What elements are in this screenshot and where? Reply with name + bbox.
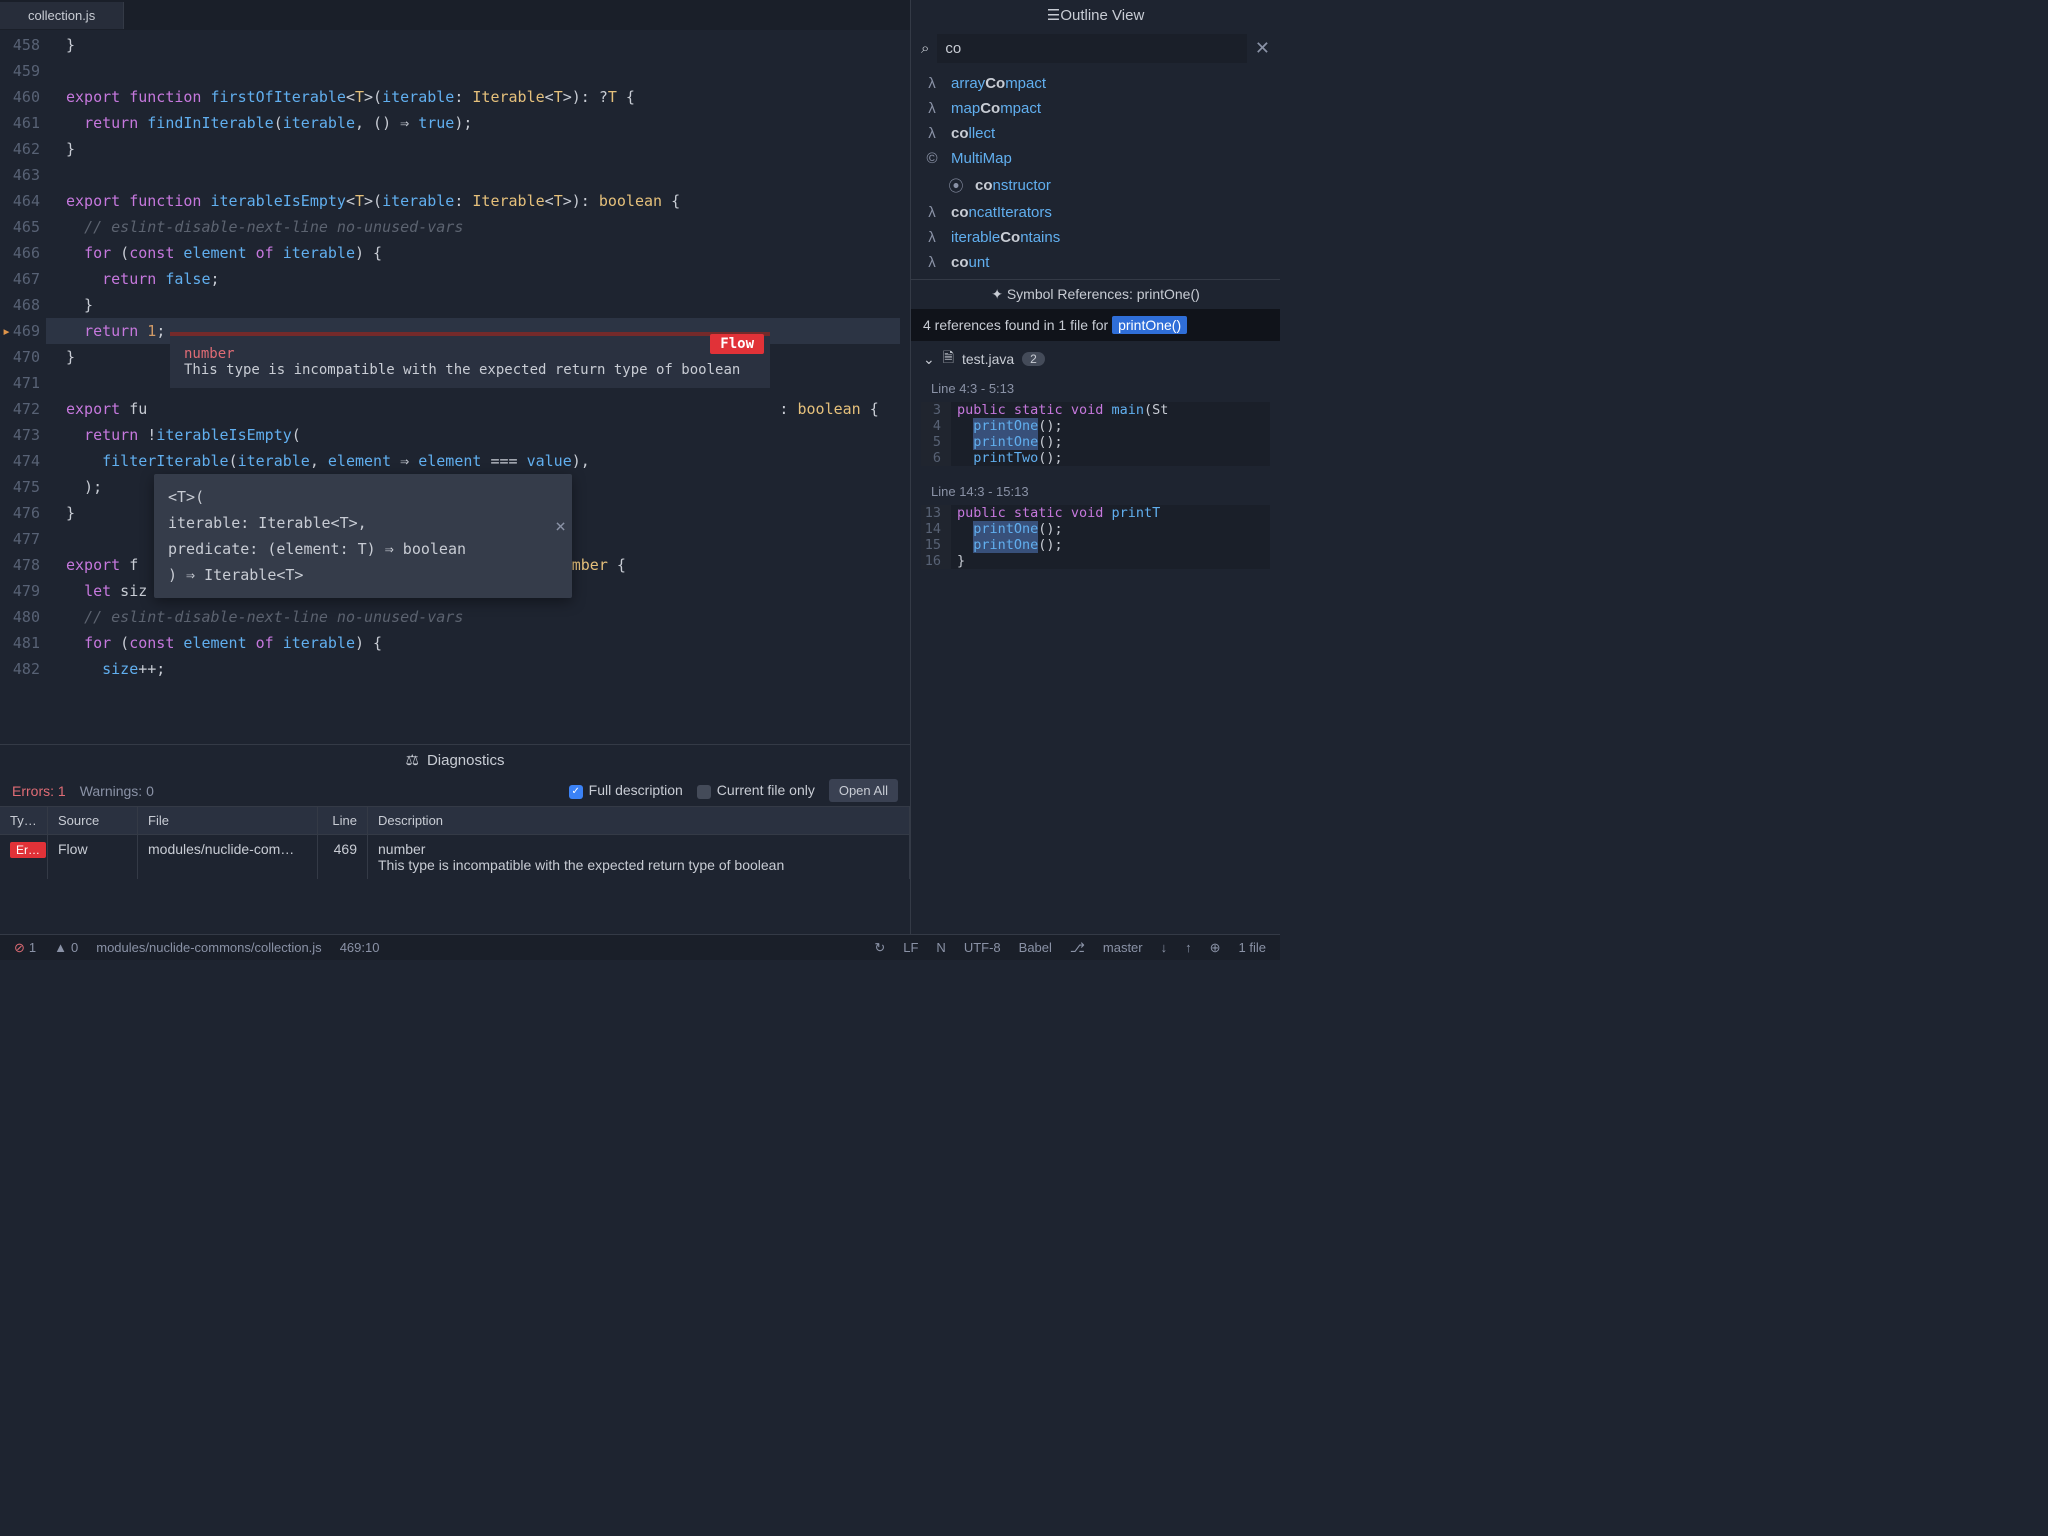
sig-line: iterable: Iterable<T>, [168,510,558,536]
reference-location[interactable]: Line 14:3 - 15:13 [911,480,1280,503]
reference-code-line[interactable]: 13public static void printT [921,505,1270,521]
flow-error-popup: Flow number This type is incompatible wi… [170,332,770,388]
current-file-toggle[interactable]: Current file only [697,782,815,798]
symbol-icon: λ [923,229,941,246]
status-errors[interactable]: 1 [14,940,36,956]
references-summary: 4 references found in 1 file for printOn… [911,309,1280,341]
outline-list: λarrayCompactλmapCompactλcollect©MultiMa… [911,67,1280,279]
reference-code-line[interactable]: 6 printTwo(); [921,450,1270,466]
status-language[interactable]: Babel [1019,940,1052,955]
outline-search-input[interactable] [937,34,1247,63]
warning-count[interactable]: Warnings: 0 [80,783,154,799]
sig-line: ) ⇒ Iterable<T> [168,562,558,588]
diagnostics-header: Ty… Source File Line Description [0,806,910,835]
branch-icon: ⎇ [1070,940,1085,956]
reference-code-line[interactable]: 16} [921,553,1270,569]
status-files[interactable]: 1 file [1239,940,1266,955]
symbol-icon: λ [923,100,941,117]
reference-location[interactable]: Line 4:3 - 5:13 [911,377,1280,400]
tab-collection[interactable]: collection.js [0,2,124,29]
outline-item[interactable]: λcollect [911,121,1280,146]
symbol-icon: λ [923,75,941,92]
diag-file: modules/nuclide-com… [138,835,318,879]
th-desc[interactable]: Description [368,807,910,834]
error-title: number [184,346,756,362]
file-icon: 🗎 [943,347,954,371]
reference-file[interactable]: ⌄ 🗎 test.java 2 [911,341,1280,377]
th-file[interactable]: File [138,807,318,834]
open-all-button[interactable]: Open All [829,779,898,802]
status-n[interactable]: N [936,940,945,955]
outline-title: Outline View [911,0,1280,30]
diagnostics-panel: Diagnostics Errors: 1 Warnings: 0 ✓Full … [0,744,910,934]
symbol-icon: © [923,150,941,167]
reference-code-line[interactable]: 14 printOne(); [921,521,1270,537]
error-count[interactable]: Errors: 1 [12,783,66,799]
outline-item[interactable]: λcount [911,250,1280,275]
refresh-icon[interactable]: ↻ [874,940,885,956]
symbol-icon: λ [923,125,941,142]
error-badge: Er… [10,842,46,858]
error-message: This type is incompatible with the expec… [184,362,756,378]
flow-badge: Flow [710,334,764,354]
symbol-icon: ⦿ [947,175,965,196]
diagnostic-row[interactable]: Er… Flow modules/nuclide-com… 469 number… [0,835,910,879]
arrow-up-icon[interactable]: ↑ [1185,940,1192,955]
arrow-down-icon[interactable]: ↓ [1161,940,1168,955]
sig-line: <T>( [168,484,558,510]
reference-code-line[interactable]: 4 printOne(); [921,418,1270,434]
reference-code-line[interactable]: 15 printOne(); [921,537,1270,553]
status-position[interactable]: 469:10 [340,940,380,955]
sig-line: predicate: (element: T) ⇒ boolean [168,536,558,562]
th-line[interactable]: Line [318,807,368,834]
outline-search: ⌕ ✕ [911,30,1280,67]
status-lf[interactable]: LF [903,940,918,955]
outline-item[interactable]: λarrayCompact [911,71,1280,96]
reference-code-line[interactable]: 3public static void main(St [921,402,1270,418]
references-title: Symbol References: printOne() [911,280,1280,309]
gutter: 4584594604614624634644654664674684694704… [0,30,48,682]
outline-item[interactable]: λmapCompact [911,96,1280,121]
file-add-icon[interactable]: ⊕ [1210,940,1221,956]
status-encoding[interactable]: UTF-8 [964,940,1001,955]
chevron-down-icon: ⌄ [923,351,935,368]
th-source[interactable]: Source [48,807,138,834]
status-branch[interactable]: master [1103,940,1143,955]
search-icon: ⌕ [921,40,929,57]
diag-line: 469 [318,835,368,879]
outline-item[interactable]: λconcatIterators [911,200,1280,225]
diag-source: Flow [48,835,138,879]
close-icon[interactable]: × [555,514,566,540]
references-panel: Symbol References: printOne() 4 referenc… [911,279,1280,934]
status-bar: 1 0 modules/nuclide-commons/collection.j… [0,934,1280,960]
status-warnings[interactable]: 0 [54,940,78,955]
outline-item[interactable]: λiterableContains [911,225,1280,250]
editor-tabs: collection.js [0,0,910,30]
th-type[interactable]: Ty… [0,807,48,834]
reference-count: 2 [1022,352,1045,366]
diag-desc: number This type is incompatible with th… [368,835,910,879]
reference-code-line[interactable]: 5 printOne(); [921,434,1270,450]
symbol-icon: λ [923,254,941,271]
status-path[interactable]: modules/nuclide-commons/collection.js [96,940,321,955]
diagnostics-title: Diagnostics [0,745,910,775]
symbol-icon: λ [923,204,941,221]
full-description-toggle[interactable]: ✓Full description [569,782,683,798]
outline-item[interactable]: ⦿constructor [911,171,1280,200]
clear-icon[interactable]: ✕ [1255,38,1270,59]
code-editor[interactable]: 4584594604614624634644654664674684694704… [0,30,910,744]
signature-popup: × <T>( iterable: Iterable<T>, predicate:… [154,474,572,598]
outline-item[interactable]: ©MultiMap [911,146,1280,171]
